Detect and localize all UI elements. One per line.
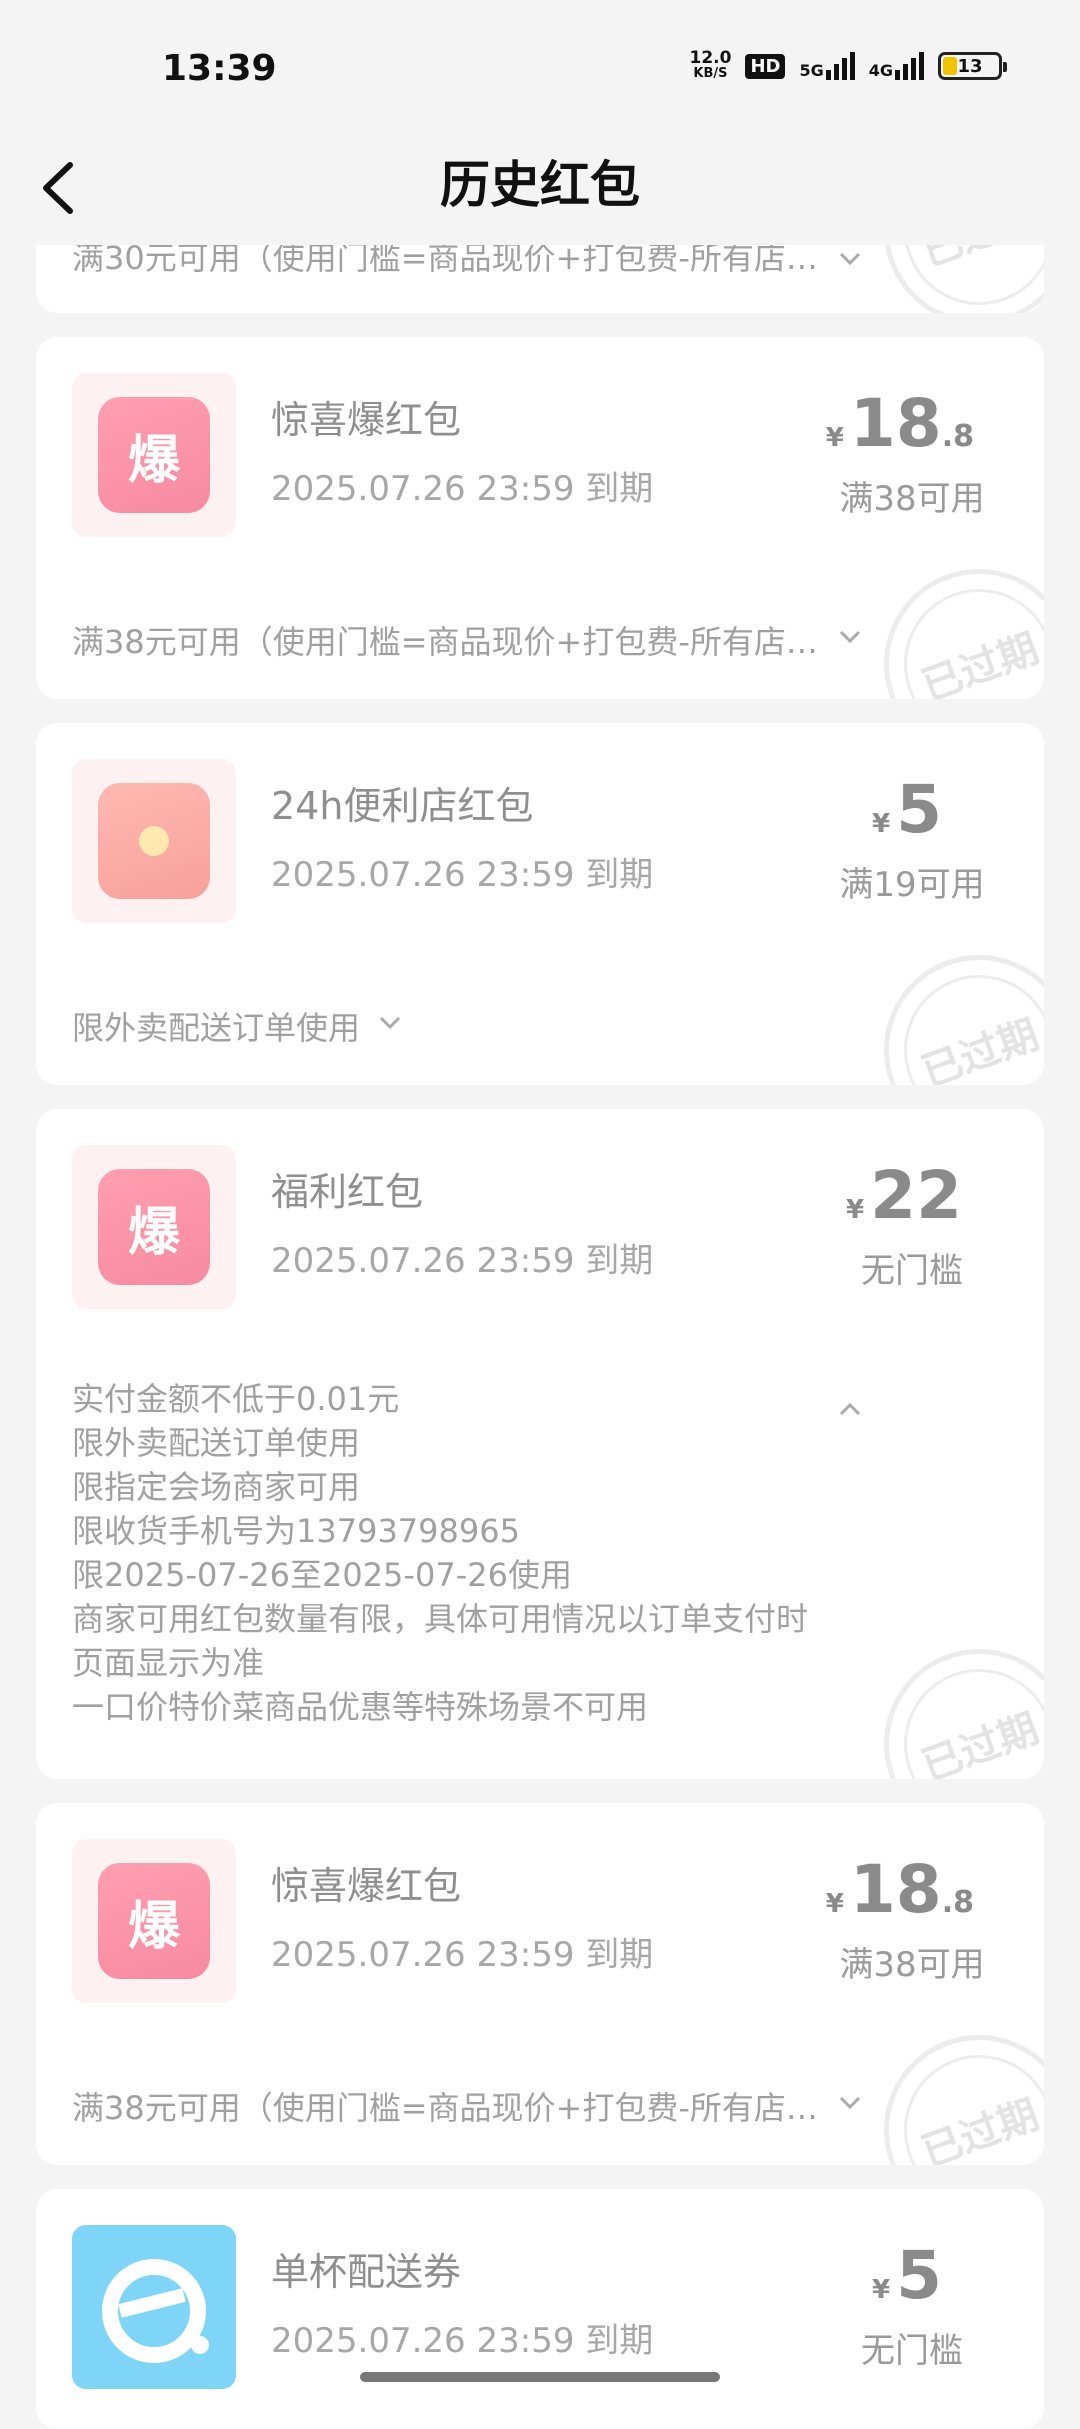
- expired-stamp: 已过期: [882, 1647, 1044, 1779]
- amount-integer: 5: [896, 2237, 942, 2314]
- currency-symbol: ¥: [825, 1889, 844, 1919]
- amount-integer: 18: [849, 385, 942, 462]
- expired-stamp: 已过期: [882, 2033, 1044, 2165]
- coupon-desc: 满38元可用（使用门槛=商品现价+打包费-所有店…: [72, 623, 818, 661]
- detail-line: 限外卖配送订单使用: [72, 1424, 361, 1462]
- coupon-icon-box: 爆: [72, 1839, 236, 2003]
- coupon-icon-box: 爆: [72, 373, 236, 537]
- coupon-expiry: 2025.07.26 23:59 到期: [271, 855, 654, 895]
- eleme-logo-icon: [72, 2225, 236, 2389]
- detail-line: 一口价特价菜商品优惠等特殊场景不可用: [72, 1688, 649, 1726]
- coupon-card-partial[interactable]: 满30元可用（使用门槛=商品现价+打包费-所有店… 已过期: [36, 245, 1044, 313]
- coupon-name: 惊喜爆红包: [271, 1864, 462, 1908]
- eleme-logo-icon: [102, 2259, 209, 2363]
- coupon-name: 福利红包: [271, 1170, 424, 1214]
- hd-icon: HD: [745, 53, 786, 79]
- coupon-icon-box: [72, 2225, 236, 2389]
- expired-stamp: 已过期: [882, 953, 1044, 1085]
- coupon-amount: ¥ 5: [872, 771, 942, 848]
- explosion-icon: 爆: [98, 397, 210, 513]
- status-bar: 13:39 12.0 KB/S HD 5G 4G 13: [0, 0, 1080, 135]
- detail-line: 限2025-07-26至2025-07-26使用: [72, 1556, 572, 1594]
- coupon-name: 24h便利店红包: [271, 784, 534, 828]
- explosion-icon: 爆: [98, 1863, 210, 1979]
- chevron-down-icon[interactable]: [836, 2089, 864, 2117]
- explosion-icon: 爆: [98, 1169, 210, 1285]
- status-time: 13:39: [162, 48, 277, 89]
- coupon-amount: ¥ 5: [872, 2237, 942, 2314]
- amount-integer: 22: [870, 1157, 962, 1234]
- coupon-name: 单杯配送券: [271, 2250, 462, 2294]
- coupon-amount: ¥ 18 .8: [826, 385, 974, 462]
- coupon-condition: 满38可用: [839, 479, 985, 519]
- chevron-down-icon[interactable]: [376, 1009, 404, 1037]
- status-icons: 12.0 KB/S HD 5G 4G 13: [690, 50, 1007, 82]
- chevron-down-icon[interactable]: [836, 623, 864, 651]
- coupon-card-expanded[interactable]: 爆 福利红包 2025.07.26 23:59 到期 ¥ 22 无门槛 实付金额…: [36, 1109, 1044, 1779]
- net-speed-value: 12.0: [689, 48, 732, 68]
- net-speed: 12.0 KB/S: [690, 50, 732, 82]
- battery-icon: 13: [938, 52, 1007, 80]
- coupon-desc: 满30元可用（使用门槛=商品现价+打包费-所有店…: [72, 245, 818, 277]
- coupon-expiry: 2025.07.26 23:59 到期: [271, 2321, 654, 2361]
- currency-symbol: ¥: [825, 423, 844, 453]
- expired-stamp: 已过期: [882, 245, 1044, 313]
- signal-4g-label: 4G: [868, 61, 893, 80]
- coupon-card[interactable]: 爆 惊喜爆红包 2025.07.26 23:59 到期 ¥ 18 .8 满38可…: [36, 337, 1044, 699]
- coin-icon: [98, 783, 210, 899]
- net-speed-unit: KB/S: [693, 66, 728, 81]
- coupon-details: 实付金额不低于0.01元 限外卖配送订单使用 限指定会场商家可用 限收货手机号为…: [72, 1377, 852, 1729]
- coupon-condition: 无门槛: [861, 1251, 963, 1291]
- chevron-up-icon[interactable]: [836, 1395, 864, 1423]
- amount-integer: 18: [849, 1851, 942, 1928]
- coupon-expiry: 2025.07.26 23:59 到期: [271, 1935, 654, 1975]
- coupon-amount: ¥ 22: [846, 1157, 962, 1234]
- coupon-desc: 满38元可用（使用门槛=商品现价+打包费-所有店…: [72, 2089, 818, 2127]
- battery-level: 13: [957, 55, 983, 77]
- currency-symbol: ¥: [871, 2275, 891, 2305]
- coupon-card[interactable]: 单杯配送券 2025.07.26 23:59 到期 ¥ 5 无门槛: [36, 2189, 1044, 2429]
- amount-decimal: .8: [941, 419, 974, 454]
- header: 历史红包: [0, 135, 1080, 245]
- coupon-condition: 满38可用: [839, 1945, 985, 1985]
- signal-5g-icon: 5G: [799, 52, 855, 80]
- detail-line: 限收货手机号为13793798965: [72, 1512, 520, 1550]
- coupon-name: 惊喜爆红包: [271, 398, 462, 442]
- coupon-card[interactable]: 24h便利店红包 2025.07.26 23:59 到期 ¥ 5 满19可用 限…: [36, 723, 1044, 1085]
- coupon-card[interactable]: 爆 惊喜爆红包 2025.07.26 23:59 到期 ¥ 18 .8 满38可…: [36, 1803, 1044, 2165]
- amount-integer: 5: [896, 771, 942, 848]
- coupon-expiry: 2025.07.26 23:59 到期: [271, 469, 654, 509]
- amount-decimal: .8: [941, 1885, 974, 1920]
- signal-5g-label: 5G: [799, 61, 824, 80]
- coupon-amount: ¥ 18 .8: [826, 1851, 974, 1928]
- currency-symbol: ¥: [846, 1195, 865, 1225]
- coupon-condition: 无门槛: [861, 2331, 963, 2371]
- coupon-condition: 满19可用: [839, 865, 985, 905]
- home-indicator[interactable]: [360, 2372, 720, 2382]
- page-title: 历史红包: [440, 156, 640, 214]
- coupon-expiry: 2025.07.26 23:59 到期: [271, 1241, 654, 1281]
- signal-4g-icon: 4G: [869, 52, 924, 80]
- chevron-down-icon[interactable]: [836, 245, 864, 273]
- detail-line: 限指定会场商家可用: [72, 1468, 361, 1506]
- detail-line: 实付金额不低于0.01元: [72, 1380, 400, 1418]
- currency-symbol: ¥: [871, 809, 891, 839]
- coupon-icon-box: [72, 759, 236, 923]
- coupon-icon-box: 爆: [72, 1145, 236, 1309]
- detail-line: 商家可用红包数量有限，具体可用情况以订单支付时页面显示为准: [72, 1600, 809, 1682]
- coupon-desc: 限外卖配送订单使用: [72, 1009, 361, 1047]
- expired-stamp: 已过期: [882, 567, 1044, 699]
